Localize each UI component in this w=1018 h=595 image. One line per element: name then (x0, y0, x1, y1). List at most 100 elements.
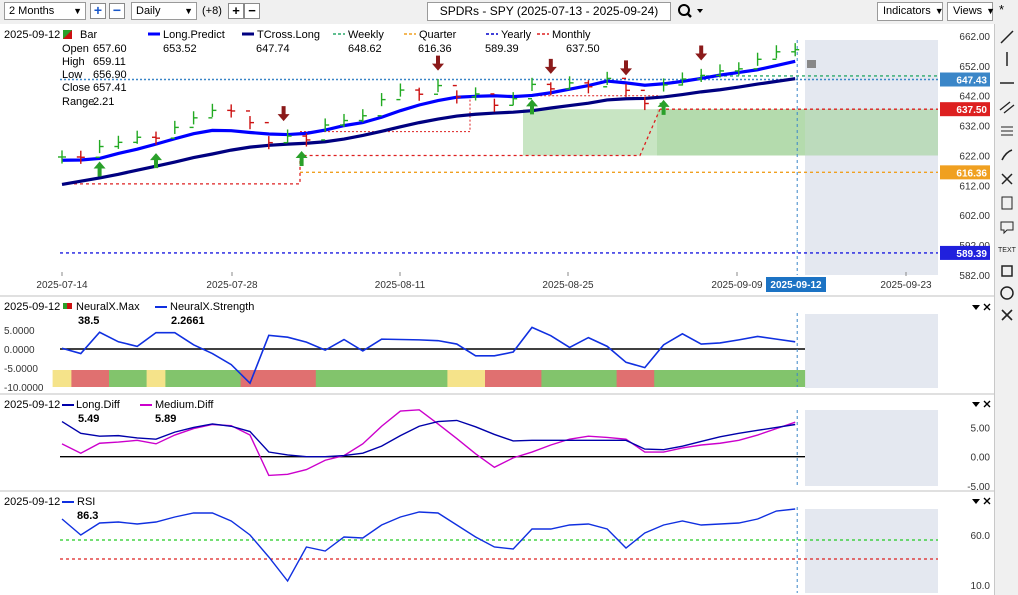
panel-date: 2025-09-12 (4, 301, 60, 313)
brush-tool-icon[interactable] (998, 146, 1016, 164)
range-select[interactable]: 2 Months ▼ (4, 2, 86, 20)
chevron-down-icon: ▼ (986, 6, 996, 16)
bar-legend-label: Bar (80, 29, 97, 41)
state-bar-segment (334, 370, 354, 387)
trend-channel-tool-icon[interactable] (998, 98, 1016, 116)
offset-plus-button[interactable]: + (228, 3, 244, 19)
zoom-out-button[interactable]: − (109, 3, 125, 19)
text-tool-icon[interactable]: TEXT (998, 240, 1017, 258)
price-tag-label: 589.39 (956, 249, 987, 260)
interval-select[interactable]: Daily ▼ (131, 2, 197, 20)
state-bar-segment (635, 370, 655, 387)
state-bar-segment (541, 370, 561, 387)
legend-value: 653.52 (163, 43, 197, 55)
search-button[interactable] (676, 3, 706, 21)
chart-title[interactable]: SPDRs - SPY (2025-07-13 - 2025-09-24) (427, 2, 671, 21)
ellipse-tool-icon[interactable] (998, 284, 1016, 302)
state-bar-segment (522, 370, 542, 387)
ohlc-label: Low (62, 69, 82, 81)
future-zone (805, 40, 938, 275)
y-tick-label: -5.0000 (4, 364, 38, 375)
legend-value: 616.36 (418, 43, 452, 55)
y-tick-label: 60.0 (971, 531, 991, 542)
offset-label: (+8) (202, 5, 222, 17)
legend-label: Yearly (501, 29, 532, 41)
ohlc-value: 657.60 (93, 43, 127, 55)
offset-minus-button[interactable]: − (244, 3, 260, 19)
legend-value: 38.5 (78, 315, 99, 327)
chevron-down-icon: ▼ (184, 6, 193, 16)
state-bar-segment (560, 370, 580, 387)
y-tick-label: 652.00 (959, 62, 990, 73)
state-bar-segment (315, 370, 336, 387)
future-zone (805, 509, 938, 593)
legend-label: Medium.Diff (155, 399, 214, 411)
panel-date: 2025-09-12 (4, 496, 60, 508)
legend-value: 5.49 (78, 413, 99, 425)
price-tag-label: 637.50 (956, 105, 987, 116)
ohlc-label: High (62, 56, 85, 68)
future-zone (805, 410, 938, 486)
state-bar-segment (259, 370, 279, 387)
y-tick-label: 5.0000 (4, 326, 35, 337)
legend-label: TCross.Long (257, 29, 320, 41)
price-tag-label: 616.36 (956, 168, 987, 179)
state-bar-segment (447, 370, 467, 387)
state-bar-segment (673, 370, 693, 387)
views-label: Views (953, 5, 983, 17)
state-bar-segment (691, 370, 712, 387)
ohlc-value: 656.90 (93, 69, 127, 81)
legend-label: NeuralX.Strength (170, 301, 254, 313)
vertical-line-tool-icon[interactable] (998, 50, 1016, 68)
x-tick-label: 2025-09-23 (880, 280, 932, 291)
cursor-date-label: 2025-09-12 (770, 280, 822, 291)
state-bar-segment (409, 370, 430, 387)
rectangle-tool-icon[interactable] (998, 262, 1016, 280)
state-bar-segment (165, 370, 185, 387)
horizontal-line-tool-icon[interactable] (998, 74, 1016, 92)
legend-value: 5.89 (155, 413, 176, 425)
y-tick-label: 642.00 (959, 92, 990, 103)
fibonacci-tool-icon[interactable] (998, 122, 1016, 140)
drawing-toolbar: TEXT (994, 24, 1018, 595)
views-dropdown[interactable]: Views ▼ (947, 2, 996, 21)
diff-panel[interactable]: 5.00 0.00 -5.00 2025-09-12 Long.Diff 5.49 Medi… (0, 396, 994, 492)
neuralx-max-swatch-red (67, 303, 72, 309)
state-bar-segment (109, 370, 129, 387)
legend-value: 2.2661 (171, 315, 205, 327)
state-bar-segment (353, 370, 373, 387)
x-tick-label: 2025-07-14 (36, 280, 88, 291)
close-icon[interactable] (998, 306, 1016, 324)
indicators-dropdown[interactable]: Indicators ▼ (877, 2, 944, 21)
svg-text:TEXT: TEXT (998, 247, 1016, 254)
neuralx-panel[interactable]: 5.0000 0.0000 -5.0000 -10.0000 2025-09-12 Neu… (0, 299, 994, 395)
state-bar-segment (597, 370, 618, 387)
state-bar-segment (372, 370, 392, 387)
zoom-in-button[interactable]: + (90, 3, 106, 19)
legend-value: 86.3 (77, 510, 98, 522)
price-panel[interactable]: 662.00 652.00 642.00 632.00 622.00 612.00 602.… (0, 24, 994, 297)
ohlc-value: 657.41 (93, 82, 127, 94)
note-tool-icon[interactable] (998, 194, 1016, 212)
chevron-down-icon: ▼ (73, 6, 82, 16)
callout-tool-icon[interactable] (998, 218, 1016, 236)
legend-label: NeuralX.Max (76, 301, 140, 313)
ohlc-label: Open (62, 43, 89, 55)
x-tick-label: 2025-09-09 (711, 280, 763, 291)
legend-value: 637.50 (566, 43, 600, 55)
state-bar-segment (748, 370, 768, 387)
state-bar-segment (391, 370, 411, 387)
legend-value: 589.39 (485, 43, 519, 55)
ruler-tool-icon[interactable] (998, 170, 1016, 188)
state-bar-segment (90, 370, 110, 387)
line-tool-icon[interactable] (998, 28, 1016, 46)
y-tick-label: 0.0000 (4, 345, 35, 356)
rsi-panel[interactable]: 60.0 10.0 2025-09-12 RSI 86.3 (0, 493, 994, 595)
toolbar: 2 Months ▼ + − Daily ▼ (+8) + − SPDRs - … (0, 0, 1018, 25)
state-bar-segment (466, 370, 486, 387)
pin-icon[interactable]: * (999, 2, 1004, 17)
state-bar-segment (654, 370, 674, 387)
state-bar-segment (127, 370, 148, 387)
legend-value: 647.74 (256, 43, 290, 55)
cursor-marker (807, 60, 816, 68)
